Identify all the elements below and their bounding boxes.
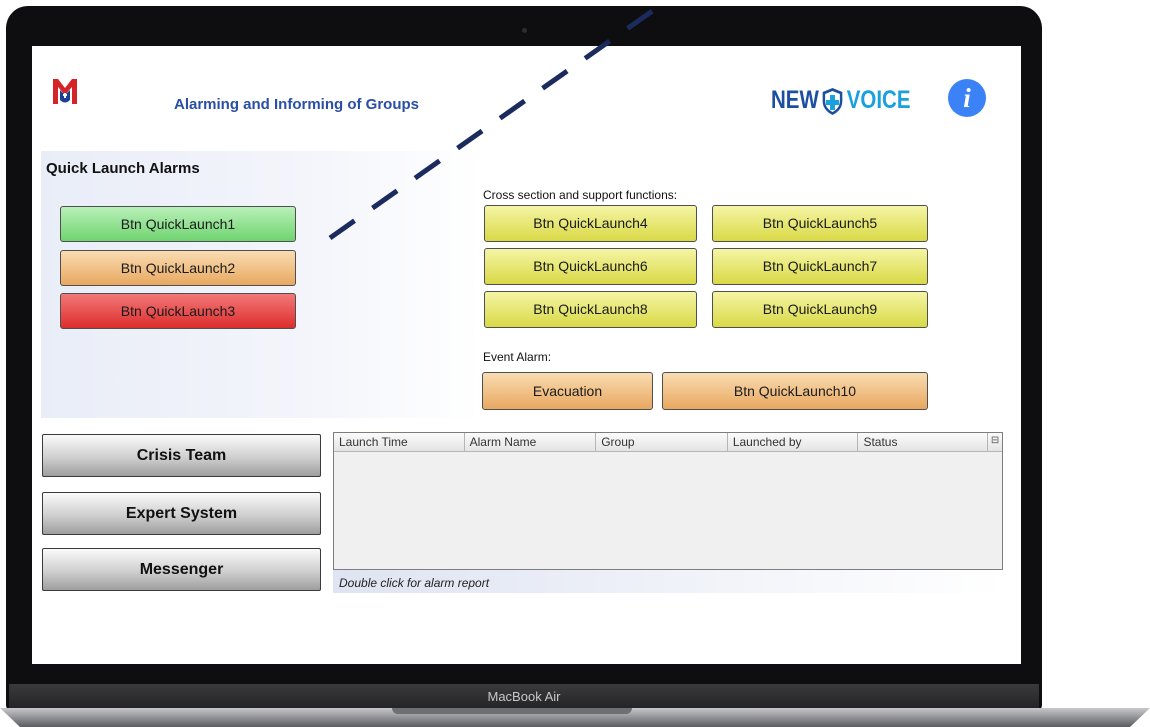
column-chooser-icon[interactable]: ⊟ [988, 433, 1002, 451]
quick-launch-title: Quick Launch Alarms [46, 160, 200, 177]
expert-system-button[interactable]: Expert System [42, 492, 321, 535]
column-header-launch-time[interactable]: Launch Time [334, 433, 465, 451]
cross-section-label: Cross section and support functions: [483, 188, 678, 202]
quick-launch-6-button[interactable]: Btn QuickLaunch6 [484, 248, 697, 285]
messenger-button[interactable]: Messenger [42, 548, 321, 591]
quick-launch-9-button[interactable]: Btn QuickLaunch9 [712, 291, 928, 328]
brand-text-new: NEW [771, 86, 819, 114]
quick-launch-8-button[interactable]: Btn QuickLaunch8 [484, 291, 697, 328]
table-header: Launch Time Alarm Name Group Launched by… [334, 433, 1002, 452]
evacuation-button[interactable]: Evacuation [482, 372, 653, 410]
device-label: MacBook Air [487, 689, 561, 704]
column-header-alarm-name[interactable]: Alarm Name [465, 433, 597, 451]
brand-text-voice: VOICE [846, 86, 911, 114]
quick-launch-4-button[interactable]: Btn QuickLaunch4 [484, 205, 697, 242]
page-title: Alarming and Informing of Groups [174, 96, 419, 113]
alarm-report-hint: Double click for alarm report [333, 570, 1003, 593]
column-header-launched-by[interactable]: Launched by [728, 433, 859, 451]
quick-launch-3-button[interactable]: Btn QuickLaunch3 [60, 293, 296, 329]
camera-icon [522, 28, 527, 33]
column-header-group[interactable]: Group [596, 433, 728, 451]
quick-launch-10-button[interactable]: Btn QuickLaunch10 [662, 372, 928, 410]
event-alarm-label: Event Alarm: [483, 350, 552, 364]
quick-launch-2-button[interactable]: Btn QuickLaunch2 [60, 250, 296, 286]
app-screen: Alarming and Informing of Groups NEW VOIC… [32, 46, 1021, 664]
quick-launch-1-button[interactable]: Btn QuickLaunch1 [60, 206, 296, 242]
info-button[interactable]: i [948, 79, 986, 117]
crisis-team-button[interactable]: Crisis Team [42, 434, 321, 477]
alarm-table[interactable]: Launch Time Alarm Name Group Launched by… [333, 432, 1003, 570]
quick-launch-5-button[interactable]: Btn QuickLaunch5 [712, 205, 928, 242]
app-logo-icon [53, 79, 77, 104]
laptop-chin: MacBook Air [9, 684, 1039, 711]
laptop-notch [392, 708, 632, 714]
column-header-status[interactable]: Status [858, 433, 989, 451]
quick-launch-7-button[interactable]: Btn QuickLaunch7 [712, 248, 928, 285]
shield-cross-icon [822, 88, 843, 116]
brand-logo: NEW VOICE [771, 86, 911, 116]
